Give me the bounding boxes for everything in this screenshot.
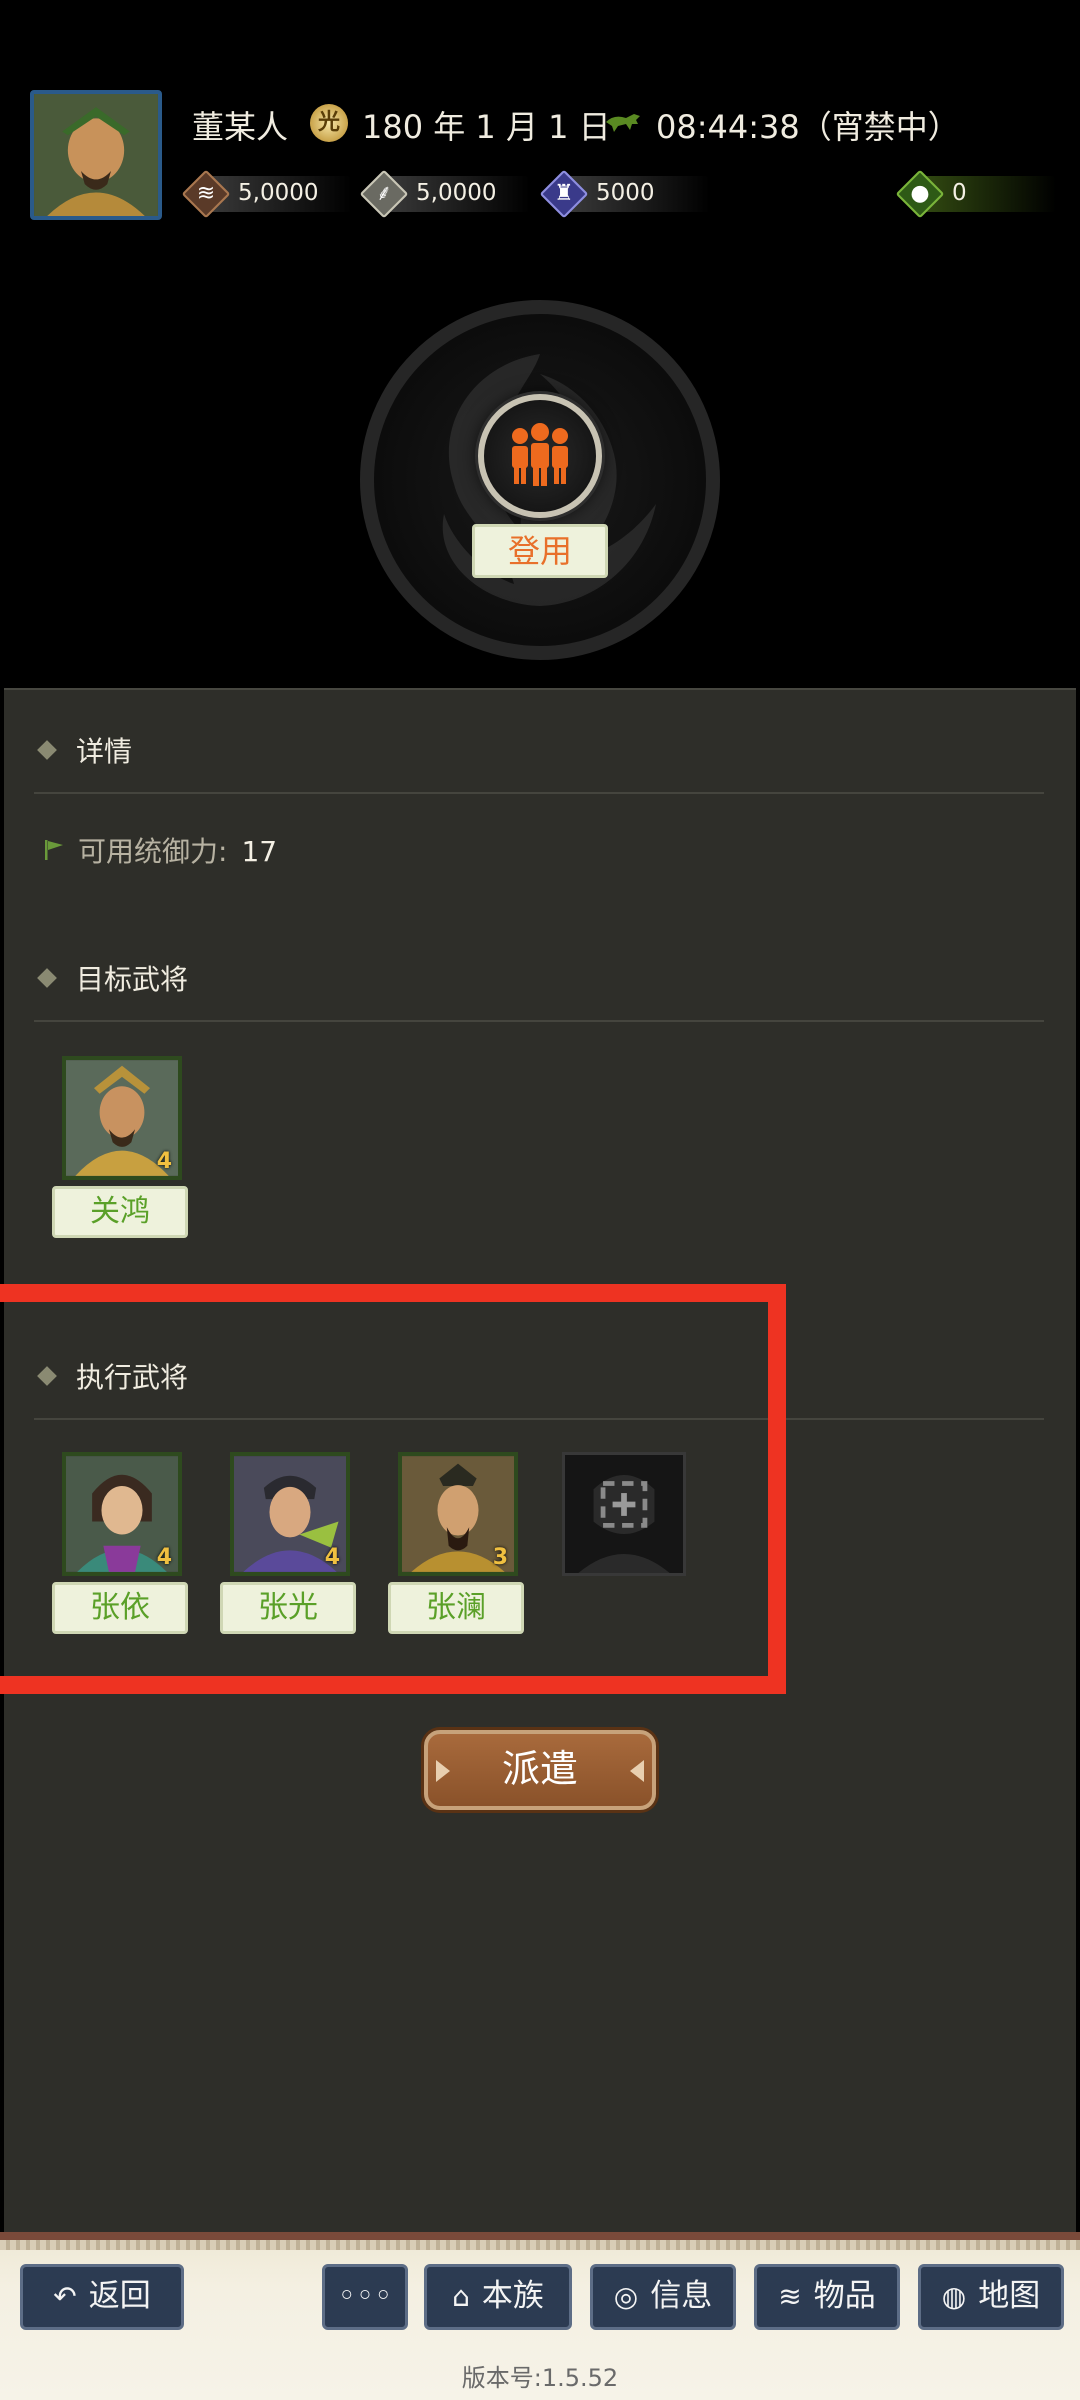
resource-coin: ≋ 5,0000 — [181, 169, 382, 219]
diamond-icon — [37, 968, 57, 988]
money-bag-icon: ● — [910, 181, 930, 206]
grain-value: 5,0000 — [416, 180, 497, 206]
map-button[interactable]: ◍ 地图 — [918, 2264, 1064, 2330]
items-button[interactable]: ≋ 物品 — [754, 2264, 900, 2330]
player-avatar[interactable] — [30, 90, 162, 220]
grain-icon: ⸙ — [375, 181, 393, 206]
target-heading: 目标武将 — [37, 958, 188, 998]
target-general-card[interactable]: 4 关鸿 — [52, 1056, 192, 1242]
game-time: 08:44:38（宵禁中） — [656, 108, 960, 146]
coin-icon: ≋ — [196, 181, 216, 206]
game-date: 180 年 1 月 1 日 — [362, 108, 611, 146]
globe-icon: ◍ — [941, 2280, 967, 2313]
money-bag-value: 0 — [952, 180, 967, 206]
diamond-icon — [37, 740, 57, 760]
hire-action-button[interactable] — [478, 394, 602, 518]
command-capacity-row: 可用统御力: 17 — [42, 830, 277, 870]
info-button[interactable]: ◎ 信息 — [590, 2264, 736, 2330]
flag-icon — [45, 840, 63, 860]
horse-icon — [606, 114, 640, 132]
resource-money-bag: ● 0 — [895, 169, 1066, 219]
dispatch-button[interactable]: 派遣 — [424, 1730, 656, 1810]
items-icon: ≋ — [778, 2280, 802, 2313]
divider — [34, 792, 1044, 794]
troops-value: 5000 — [596, 180, 655, 206]
people-icon — [512, 423, 568, 486]
highlight-box — [0, 1284, 786, 1694]
general-portrait[interactable]: 4 — [62, 1056, 182, 1180]
back-button[interactable]: ↶ 返回 — [20, 2264, 184, 2330]
star-level: 4 — [156, 1149, 172, 1174]
resource-grain: ⸙ 5,0000 — [359, 169, 560, 219]
clan-icon: ⌂ — [452, 2280, 470, 2313]
bottom-nav: ↶ 返回 ◦◦◦ ⌂ 本族 ◎ 信息 ≋ 物品 ◍ 地图 版本号:1.5.52 — [0, 2232, 1080, 2400]
capacity-value: 17 — [241, 835, 278, 868]
calendar-icon: 光 — [310, 104, 348, 142]
clan-button[interactable]: ⌂ 本族 — [424, 2264, 572, 2330]
divider — [34, 1020, 1044, 1022]
troops-icon: ♜ — [554, 181, 574, 206]
resource-troops: ♜ 5000 — [539, 169, 740, 219]
back-arrow-icon: ↶ — [53, 2280, 77, 2313]
chat-icon: ◎ — [613, 2280, 639, 2313]
details-heading: 详情 — [37, 730, 132, 770]
capacity-label: 可用统御力: — [78, 835, 228, 868]
general-name[interactable]: 关鸿 — [52, 1186, 188, 1238]
version-label: 版本号:1.5.52 — [461, 2364, 619, 2392]
player-name: 董某人 — [192, 108, 289, 146]
more-icon: ◦◦◦ — [337, 2278, 393, 2314]
hire-label[interactable]: 登用 — [472, 524, 608, 578]
coin-value: 5,0000 — [238, 180, 319, 206]
more-button[interactable]: ◦◦◦ — [322, 2264, 408, 2330]
